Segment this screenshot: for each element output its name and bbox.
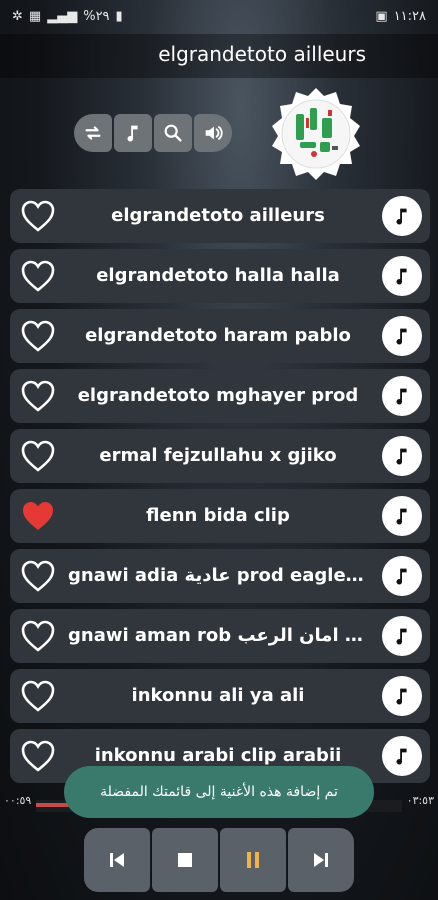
page-title: elgrandetoto ailleurs bbox=[158, 42, 366, 66]
music-note-icon bbox=[396, 508, 407, 525]
music-note-icon bbox=[396, 208, 407, 225]
total-time: ٠٣:٥٣ bbox=[406, 794, 434, 807]
favorite-heart-icon[interactable] bbox=[20, 679, 56, 713]
music-note-icon bbox=[127, 125, 138, 142]
settings-status-icon: ✲ bbox=[12, 8, 23, 24]
favorite-heart-icon[interactable] bbox=[20, 739, 56, 773]
previous-icon bbox=[110, 853, 124, 867]
music-note-icon bbox=[396, 628, 407, 645]
playlist-button[interactable] bbox=[114, 114, 152, 152]
play-song-button[interactable] bbox=[382, 676, 422, 716]
favorite-heart-icon[interactable] bbox=[20, 379, 56, 413]
song-row[interactable]: inkonnu ali ya ali bbox=[10, 669, 430, 723]
battery-percent: %٢٩ bbox=[83, 8, 110, 24]
next-button[interactable] bbox=[288, 828, 354, 892]
favorite-heart-icon[interactable] bbox=[20, 559, 56, 593]
song-row[interactable]: elgrandetoto ailleurs bbox=[10, 189, 430, 243]
song-title: gnawi aman rob امان الرعب pr... bbox=[68, 625, 368, 646]
song-title: ermal fejzullahu x gjiko bbox=[99, 445, 337, 466]
song-row[interactable]: elgrandetoto halla halla bbox=[10, 249, 430, 303]
next-icon bbox=[314, 853, 328, 867]
volume-icon bbox=[205, 126, 223, 140]
song-row[interactable]: elgrandetoto haram pablo bbox=[10, 309, 430, 363]
player-controls bbox=[84, 828, 354, 892]
status-right: ▣ ١١:٢٨ bbox=[375, 9, 426, 24]
signal-icon: ▂▄▆ bbox=[47, 8, 78, 24]
sim-icon: ▦ bbox=[28, 8, 42, 24]
screenshot-icon: ▣ bbox=[375, 8, 388, 24]
music-note-icon bbox=[396, 268, 407, 285]
music-note-icon bbox=[396, 688, 407, 705]
stop-icon bbox=[178, 853, 192, 867]
play-song-button[interactable] bbox=[382, 196, 422, 236]
song-title: elgrandetoto haram pablo bbox=[85, 325, 351, 346]
volume-button[interactable] bbox=[194, 114, 232, 152]
pause-icon bbox=[247, 852, 259, 868]
music-note-icon bbox=[396, 448, 407, 465]
favorite-heart-icon[interactable] bbox=[20, 319, 56, 353]
song-title: elgrandetoto mghayer prod bbox=[77, 385, 359, 406]
repeat-button[interactable] bbox=[74, 114, 112, 152]
music-note-icon bbox=[396, 568, 407, 585]
play-song-button[interactable] bbox=[382, 736, 422, 776]
song-title: elgrandetoto ailleurs bbox=[111, 205, 325, 226]
favorite-heart-icon[interactable] bbox=[20, 199, 56, 233]
title-bar: elgrandetoto ailleurs bbox=[0, 34, 438, 78]
app-logo-badge bbox=[266, 84, 366, 184]
battery-icon: ▮ bbox=[115, 8, 123, 24]
play-song-button[interactable] bbox=[382, 436, 422, 476]
search-icon bbox=[164, 124, 182, 142]
elapsed-time: ٠٠:٥٩ bbox=[4, 794, 32, 807]
song-row[interactable]: ermal fejzullahu x gjiko bbox=[10, 429, 430, 483]
search-button[interactable] bbox=[154, 114, 192, 152]
toast-message: تم إضافة هذه الأغنية إلى قائمتك المفضلة bbox=[64, 766, 374, 818]
control-group bbox=[74, 114, 232, 152]
logo-emblem-icon bbox=[272, 88, 360, 180]
favorite-filled-heart-icon[interactable] bbox=[20, 499, 56, 533]
pause-button[interactable] bbox=[220, 828, 286, 892]
song-list: elgrandetoto ailleurs elgrandetoto halla … bbox=[10, 189, 430, 789]
play-song-button[interactable] bbox=[382, 376, 422, 416]
song-row[interactable]: elgrandetoto mghayer prod bbox=[10, 369, 430, 423]
song-title: flenn bida clip bbox=[146, 505, 290, 526]
music-note-icon bbox=[396, 328, 407, 345]
favorite-heart-icon[interactable] bbox=[20, 439, 56, 473]
music-note-icon bbox=[396, 388, 407, 405]
stop-button[interactable] bbox=[152, 828, 218, 892]
repeat-icon bbox=[85, 126, 101, 140]
song-row[interactable]: flenn bida clip bbox=[10, 489, 430, 543]
status-left: ✲ ▦ ▂▄▆ %٢٩ ▮ bbox=[12, 9, 123, 24]
play-song-button[interactable] bbox=[382, 496, 422, 536]
status-bar: ✲ ▦ ▂▄▆ %٢٩ ▮ ▣ ١١:٢٨ bbox=[0, 0, 438, 32]
favorite-heart-icon[interactable] bbox=[20, 259, 56, 293]
play-song-button[interactable] bbox=[382, 316, 422, 356]
song-title: elgrandetoto halla halla bbox=[96, 265, 340, 286]
play-song-button[interactable] bbox=[382, 556, 422, 596]
song-title: gnawi adia عادية prod eagle e... bbox=[68, 565, 368, 586]
music-note-icon bbox=[396, 748, 407, 765]
song-row[interactable]: gnawi adia عادية prod eagle e... bbox=[10, 549, 430, 603]
song-row[interactable]: gnawi aman rob امان الرعب pr... bbox=[10, 609, 430, 663]
play-song-button[interactable] bbox=[382, 256, 422, 296]
status-time: ١١:٢٨ bbox=[393, 8, 426, 24]
favorite-heart-icon[interactable] bbox=[20, 619, 56, 653]
play-song-button[interactable] bbox=[382, 616, 422, 656]
previous-button[interactable] bbox=[84, 828, 150, 892]
song-title: inkonnu ali ya ali bbox=[131, 685, 305, 706]
